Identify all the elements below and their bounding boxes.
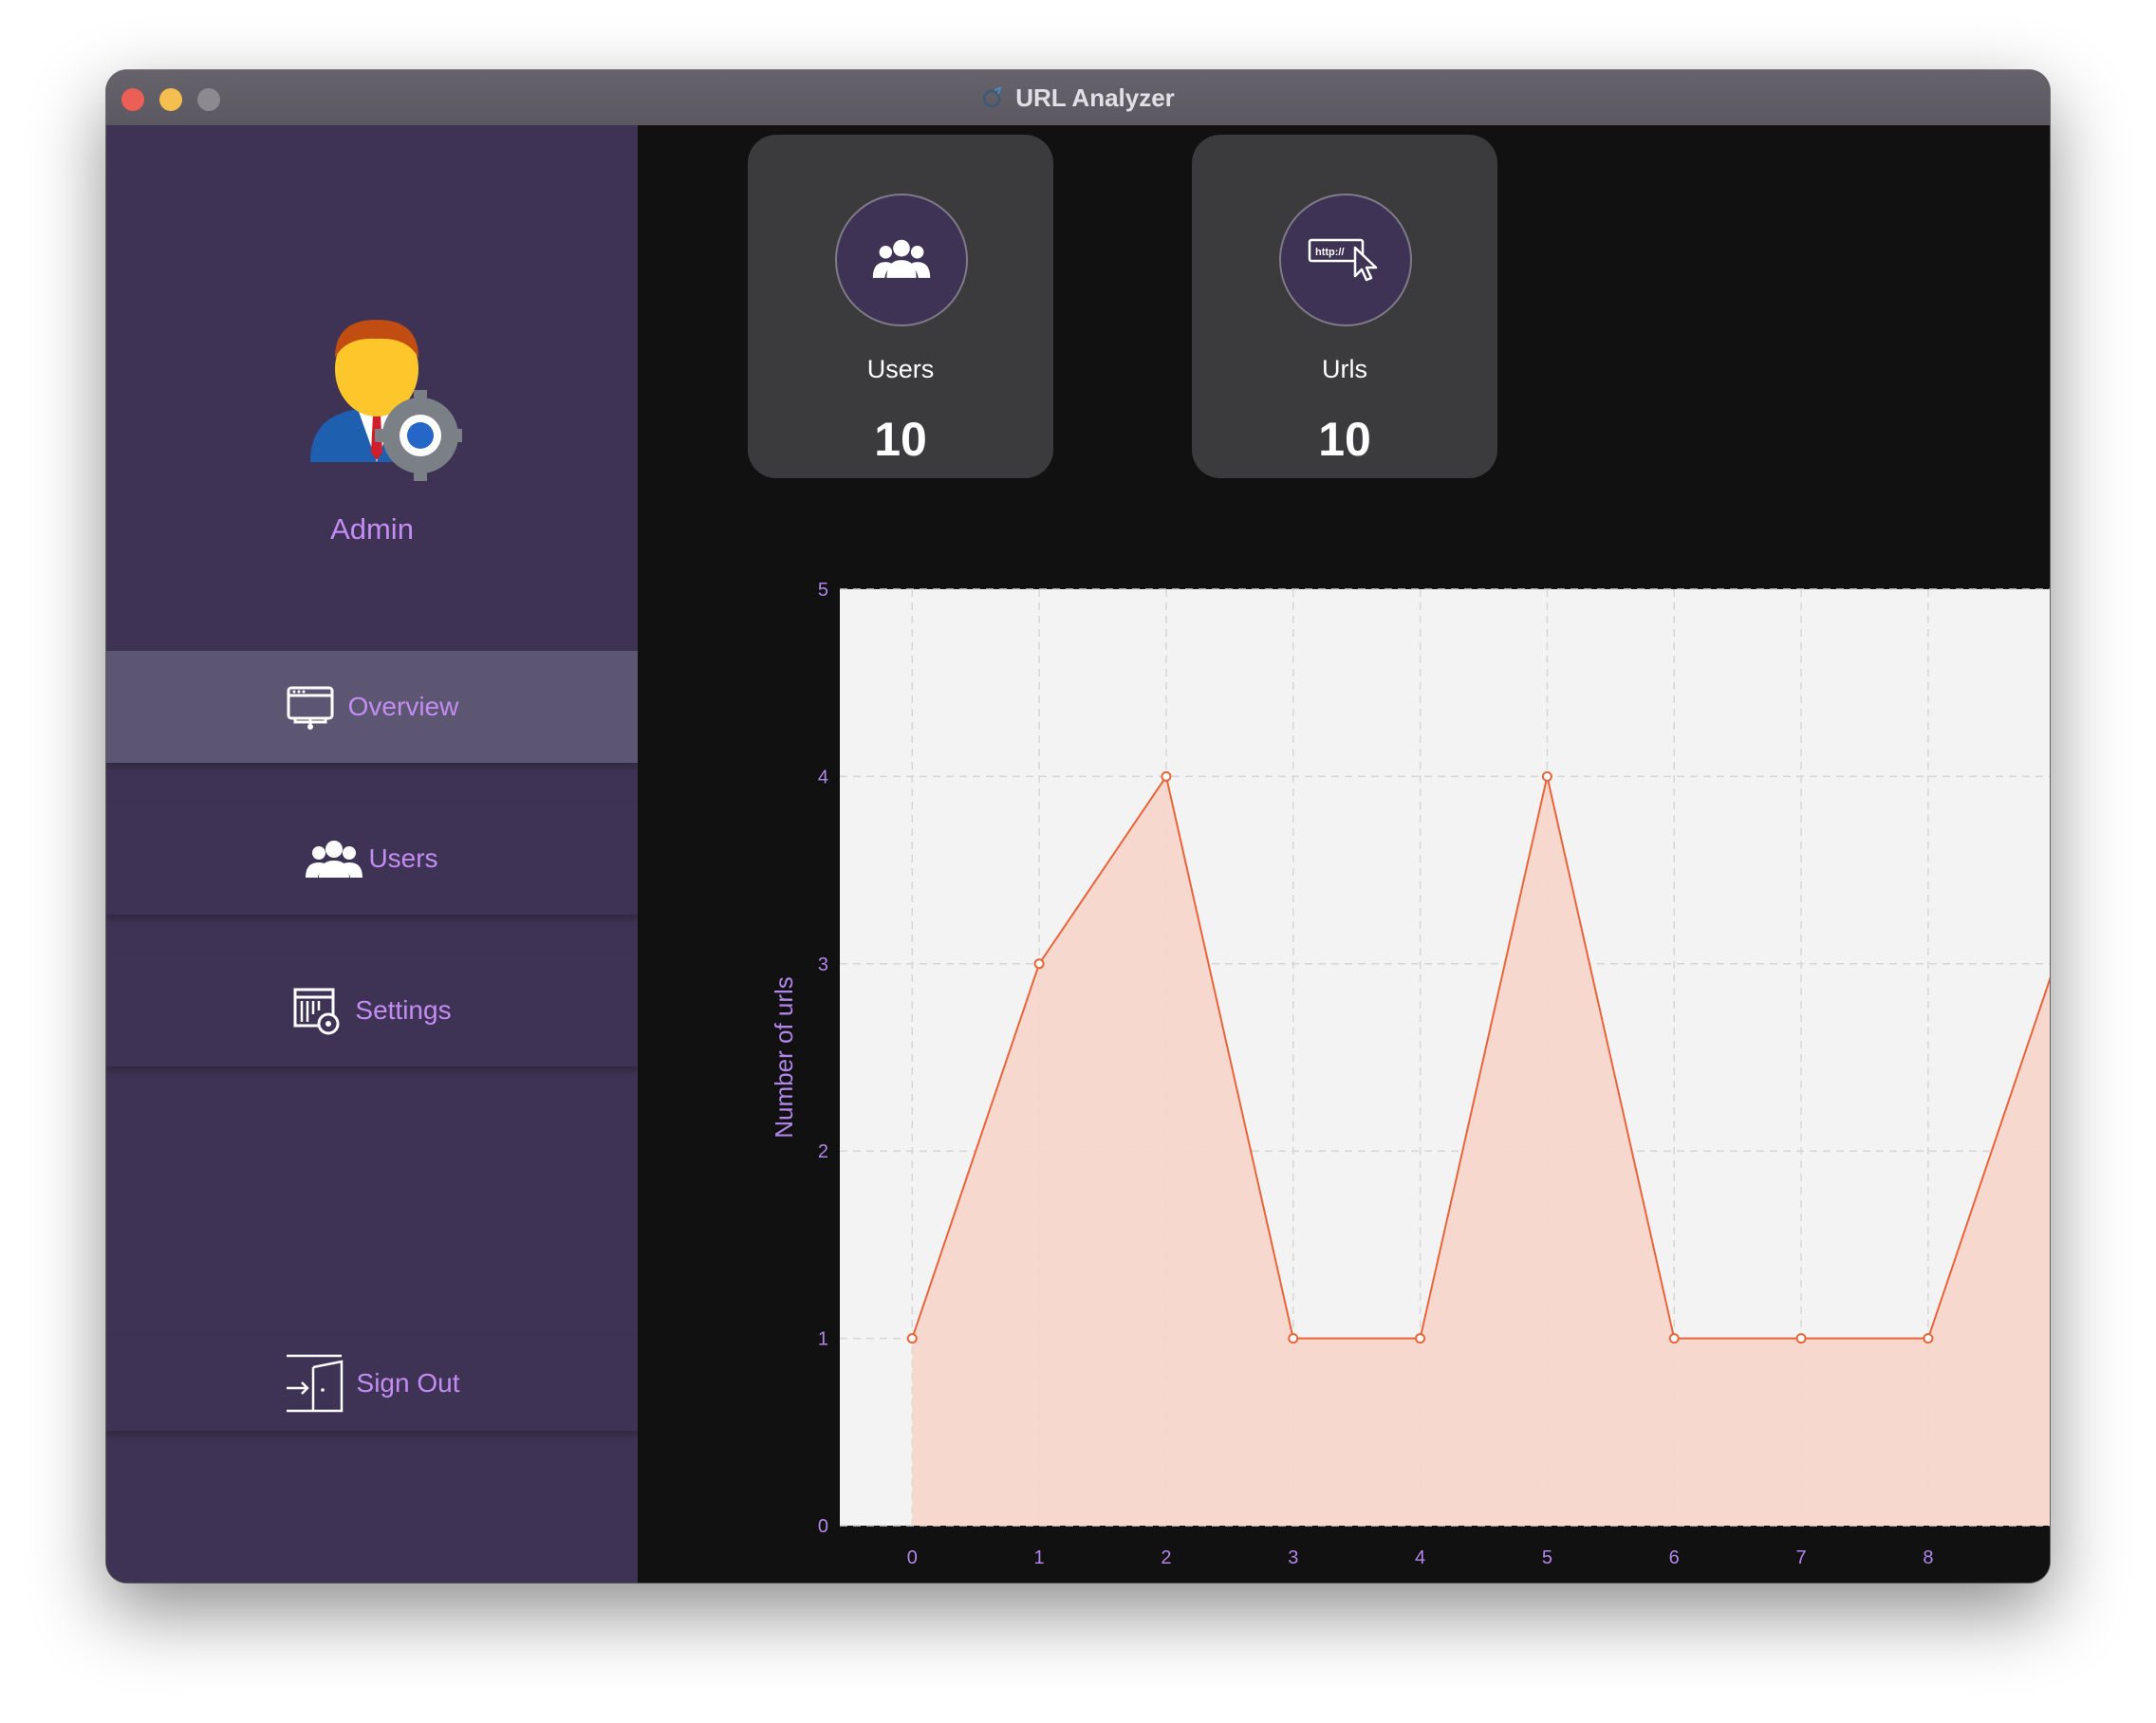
data-point <box>1923 1333 1934 1344</box>
nav-item-label: Overview <box>347 692 459 721</box>
y-tick-label: 3 <box>818 954 828 975</box>
x-tick-label: 3 <box>1288 1547 1298 1568</box>
x-tick-label: 5 <box>1542 1547 1552 1568</box>
data-point <box>1033 958 1045 970</box>
data-point <box>1668 1333 1680 1344</box>
x-tick-label: 7 <box>1796 1547 1807 1568</box>
main-content: Users 10 http:// Urls 10 012345012345678… <box>638 125 2050 1583</box>
sidebar: Admin Overview Users Settings Sign Out <box>106 125 638 1583</box>
window-title: URL Analyzer <box>106 70 2050 125</box>
nav-item-label: Users <box>368 843 438 873</box>
x-tick-label: 1 <box>1034 1547 1045 1568</box>
urls-per-user-chart: 0123450123456789UserNumber of urls <box>770 580 2050 1583</box>
settings-panel-icon <box>292 986 342 1035</box>
admin-avatar-icon <box>301 310 466 481</box>
users-icon <box>306 834 363 883</box>
y-tick-label: 4 <box>818 767 828 787</box>
x-axis-title: User <box>1458 1581 1510 1583</box>
monitor-network-icon <box>286 682 335 732</box>
data-point <box>906 1333 918 1344</box>
admin-username: Admin <box>330 512 414 546</box>
y-axis-title: Number of urls <box>770 976 798 1139</box>
data-point <box>1161 770 1172 782</box>
y-tick-label: 0 <box>818 1516 828 1537</box>
nav-item-settings[interactable]: Settings <box>106 954 638 1066</box>
y-tick-label: 5 <box>818 580 828 601</box>
x-tick-label: 2 <box>1161 1547 1171 1568</box>
nav-item-users[interactable]: Users <box>106 803 638 915</box>
data-point <box>1541 770 1552 782</box>
title-bar: URL Analyzer <box>106 70 2050 126</box>
window-title-text: URL Analyzer <box>1015 83 1175 112</box>
sign-out-button[interactable]: Sign Out <box>106 1336 638 1431</box>
sign-out-icon <box>285 1354 344 1413</box>
x-tick-label: 0 <box>907 1547 918 1568</box>
data-point <box>1415 1333 1426 1344</box>
sign-out-label: Sign Out <box>356 1368 460 1398</box>
app-logo-icon <box>981 86 1004 109</box>
data-point <box>1288 1333 1299 1344</box>
app-window: URL Analyzer Admin Overview Users Settin… <box>106 70 2050 1583</box>
y-tick-label: 2 <box>818 1141 828 1162</box>
x-tick-label: 8 <box>1923 1547 1933 1568</box>
y-tick-label: 1 <box>818 1329 828 1350</box>
nav-item-label: Settings <box>355 995 452 1025</box>
x-tick-label: 4 <box>1415 1547 1425 1568</box>
data-point <box>1795 1333 1807 1344</box>
x-tick-label: 6 <box>1669 1547 1680 1568</box>
nav-item-overview[interactable]: Overview <box>106 651 638 763</box>
